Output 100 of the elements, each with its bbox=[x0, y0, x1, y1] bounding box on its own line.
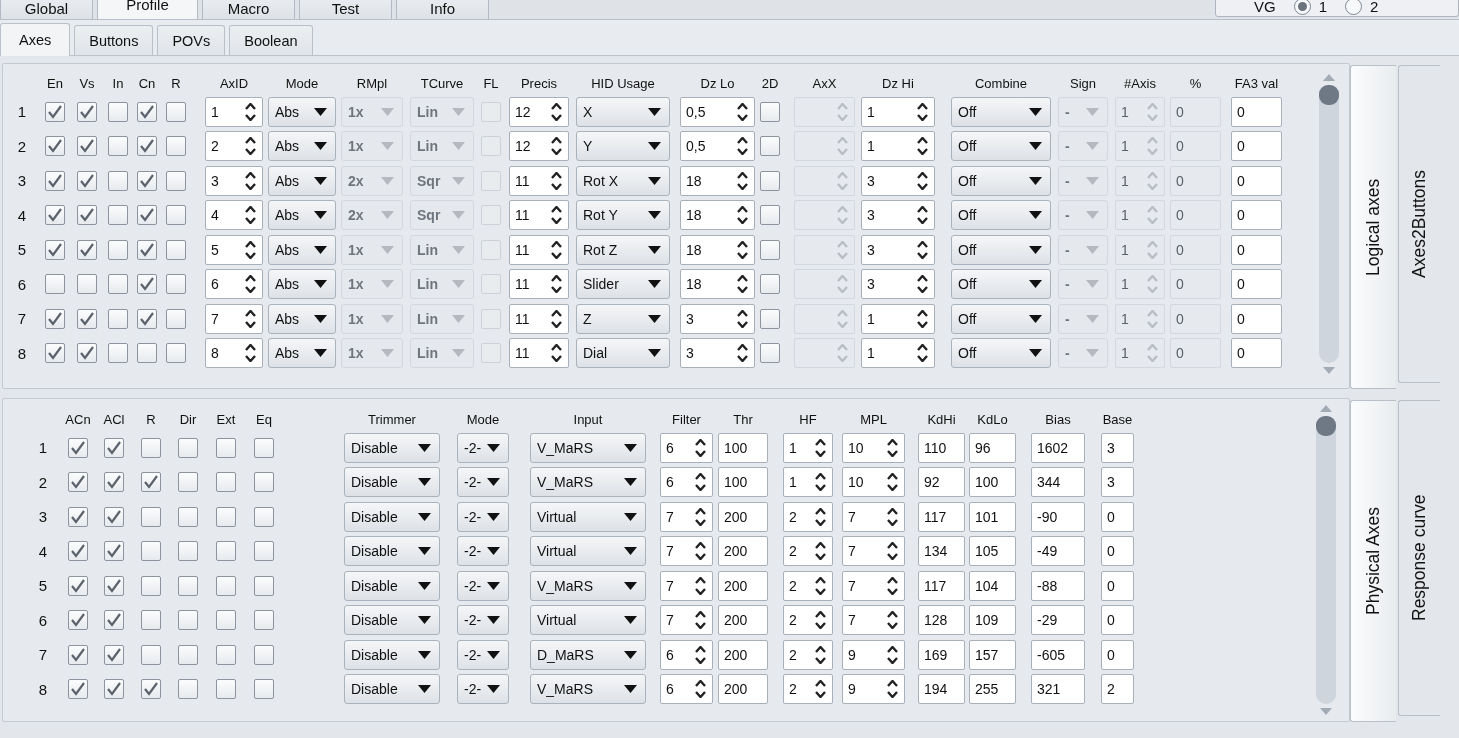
checkbox[interactable] bbox=[166, 170, 186, 191]
spin-field[interactable]: 4 bbox=[205, 200, 263, 230]
checkbox[interactable] bbox=[760, 308, 780, 329]
checkbox[interactable] bbox=[166, 136, 186, 156]
input-field[interactable]: 0 bbox=[1231, 234, 1282, 265]
input-field[interactable]: 200 bbox=[718, 639, 768, 670]
spin-field[interactable]: 2 bbox=[783, 605, 833, 635]
spinner-arrows-icon[interactable] bbox=[887, 542, 898, 560]
checkbox[interactable] bbox=[104, 644, 124, 665]
side-tab[interactable]: Response curve bbox=[1398, 400, 1440, 716]
input-field[interactable]: 200 bbox=[718, 536, 768, 566]
checkbox[interactable] bbox=[254, 506, 274, 527]
dropdown[interactable]: Abs bbox=[268, 96, 336, 127]
checkbox[interactable] bbox=[68, 506, 88, 527]
spin-field[interactable]: 5 bbox=[205, 234, 263, 265]
spin-field[interactable]: 8 bbox=[205, 338, 263, 368]
checkbox[interactable] bbox=[216, 437, 236, 458]
checkbox[interactable] bbox=[178, 679, 198, 699]
spinner-arrows-icon[interactable] bbox=[815, 611, 826, 629]
input-field[interactable]: 200 bbox=[718, 674, 768, 704]
input-field[interactable]: 344 bbox=[1031, 467, 1085, 497]
spin-field[interactable]: 3 bbox=[861, 200, 935, 230]
spin-field[interactable]: 18 bbox=[680, 269, 755, 299]
checkbox[interactable] bbox=[166, 205, 186, 225]
checkbox[interactable] bbox=[104, 506, 124, 527]
checkbox[interactable] bbox=[77, 343, 97, 363]
spin-field[interactable]: 3 bbox=[205, 165, 263, 196]
dropdown[interactable]: Disable bbox=[344, 432, 440, 463]
checkbox[interactable] bbox=[108, 239, 128, 260]
spinner-arrows-icon[interactable] bbox=[917, 171, 928, 190]
checkbox[interactable] bbox=[137, 136, 157, 156]
spinner-arrows-icon[interactable] bbox=[245, 309, 256, 328]
checkbox[interactable] bbox=[108, 343, 128, 363]
spin-field[interactable]: 7 bbox=[660, 501, 713, 532]
checkbox[interactable] bbox=[104, 472, 124, 492]
tab[interactable]: Buttons bbox=[74, 25, 154, 55]
checkbox[interactable] bbox=[216, 575, 236, 596]
dropdown[interactable]: Rot X bbox=[576, 165, 670, 196]
spinner-arrows-icon[interactable] bbox=[245, 275, 256, 293]
dropdown[interactable]: Abs bbox=[268, 338, 336, 368]
spin-field[interactable]: 1 bbox=[861, 96, 935, 127]
dropdown[interactable]: D_MaRS bbox=[530, 639, 646, 670]
spin-field[interactable]: 3 bbox=[861, 234, 935, 265]
checkbox[interactable] bbox=[108, 101, 128, 122]
spinner-arrows-icon[interactable] bbox=[917, 275, 928, 293]
spin-field[interactable]: 2 bbox=[205, 131, 263, 161]
spin-field[interactable]: 1 bbox=[861, 131, 935, 161]
checkbox[interactable] bbox=[178, 541, 198, 561]
dropdown[interactable]: Abs bbox=[268, 131, 336, 161]
checkbox[interactable] bbox=[254, 437, 274, 458]
input-field[interactable]: 0 bbox=[1231, 303, 1282, 334]
checkbox[interactable] bbox=[108, 205, 128, 225]
input-field[interactable]: 117 bbox=[918, 570, 965, 601]
input-field[interactable]: 96 bbox=[969, 432, 1016, 463]
spin-field[interactable]: 3 bbox=[680, 338, 755, 368]
dropdown[interactable]: Disable bbox=[344, 501, 440, 532]
input-field[interactable]: 157 bbox=[969, 639, 1016, 670]
checkbox[interactable] bbox=[254, 610, 274, 630]
input-field[interactable]: 0 bbox=[1101, 501, 1134, 532]
dropdown[interactable]: Abs bbox=[268, 200, 336, 230]
spin-field[interactable]: 7 bbox=[660, 570, 713, 601]
spin-field[interactable]: 2 bbox=[783, 674, 833, 704]
spinner-arrows-icon[interactable] bbox=[887, 507, 898, 526]
dropdown[interactable]: -2- bbox=[457, 570, 509, 601]
scrollbar-track[interactable] bbox=[1316, 416, 1336, 704]
dropdown[interactable]: Off bbox=[951, 303, 1051, 334]
spinner-arrows-icon[interactable] bbox=[815, 542, 826, 560]
spin-field[interactable]: 3 bbox=[861, 165, 935, 196]
checkbox[interactable] bbox=[104, 679, 124, 699]
spin-field[interactable]: 9 bbox=[842, 674, 905, 704]
dropdown[interactable]: -2- bbox=[457, 467, 509, 497]
dropdown[interactable]: Off bbox=[951, 131, 1051, 161]
checkbox[interactable] bbox=[104, 610, 124, 630]
spin-field[interactable]: 18 bbox=[680, 200, 755, 230]
checkbox[interactable] bbox=[141, 437, 161, 458]
input-field[interactable]: 110 bbox=[918, 432, 965, 463]
checkbox[interactable] bbox=[108, 308, 128, 329]
input-field[interactable]: -29 bbox=[1031, 605, 1085, 635]
spinner-arrows-icon[interactable] bbox=[917, 344, 928, 362]
tab[interactable]: Global bbox=[0, 0, 93, 19]
checkbox[interactable] bbox=[77, 239, 97, 260]
spinner-arrows-icon[interactable] bbox=[737, 137, 748, 155]
spinner-arrows-icon[interactable] bbox=[737, 240, 748, 259]
checkbox[interactable] bbox=[77, 205, 97, 225]
spin-field[interactable]: 1 bbox=[861, 338, 935, 368]
input-field[interactable]: 100 bbox=[718, 467, 768, 497]
dropdown[interactable]: Y bbox=[576, 131, 670, 161]
side-tab[interactable]: Physical Axes bbox=[1350, 400, 1396, 722]
input-field[interactable]: 128 bbox=[918, 605, 965, 635]
spinner-arrows-icon[interactable] bbox=[737, 275, 748, 293]
spinner-arrows-icon[interactable] bbox=[245, 344, 256, 362]
checkbox[interactable] bbox=[104, 541, 124, 561]
input-field[interactable]: 200 bbox=[718, 605, 768, 635]
spin-field[interactable]: 10 bbox=[842, 467, 905, 497]
checkbox[interactable] bbox=[254, 575, 274, 596]
spinner-arrows-icon[interactable] bbox=[887, 645, 898, 664]
checkbox[interactable] bbox=[108, 136, 128, 156]
dropdown[interactable]: Virtual bbox=[530, 536, 646, 566]
spin-field[interactable]: 1 bbox=[205, 96, 263, 127]
spinner-arrows-icon[interactable] bbox=[815, 576, 826, 595]
